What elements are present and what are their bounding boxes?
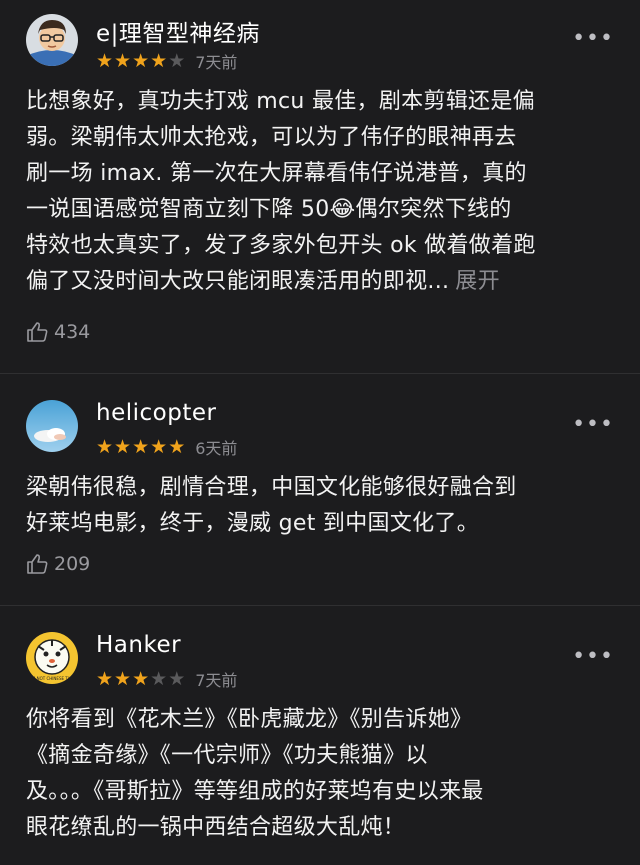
review-card: helicopter ★ ★ ★ ★ ★ 6天前 ••• 梁朝伟很稳，剧情合理，中国文化… [0, 373, 640, 605]
review-line: 好莱坞电影，终于，漫威 get 到中国文化了。 [26, 511, 480, 536]
avatar-caption: I AM NOT CHINESE TIGER [27, 676, 78, 681]
thumbs-up-icon [27, 554, 48, 574]
rating-row: ★ ★ ★ ★ ★ 7天前 [96, 49, 237, 73]
review-line: 眼花缭乱的一锅中西结合超级大乱炖！ [26, 815, 406, 840]
review-line: 弱。梁朝伟太帅太抢戏，可以为了伟仔的眼神再去 [26, 125, 517, 150]
star-empty-icon: ★ [168, 49, 186, 72]
like-button[interactable]: 434 [26, 320, 90, 344]
review-line: 特效也太真实了，发了多家外包开头 ok 做着做着跑 [26, 233, 536, 258]
star-filled-icon: ★ [96, 667, 114, 690]
star-filled-icon: ★ [114, 435, 132, 458]
user-avatar[interactable]: I AM NOT CHINESE TIGER [26, 632, 78, 684]
more-dots-icon[interactable]: ••• [572, 644, 614, 669]
review-text[interactable]: 比想象好，真功夫打戏 mcu 最佳，剧本剪辑还是偏 弱。梁朝伟太帅太抢戏，可以为… [26, 84, 618, 300]
star-filled-icon: ★ [150, 435, 168, 458]
star-filled-icon: ★ [150, 49, 168, 72]
star-filled-icon: ★ [132, 435, 150, 458]
star-rating: ★ ★ ★ ★ ★ [96, 435, 186, 458]
user-avatar[interactable] [26, 14, 78, 66]
review-line: 《摘金奇缘》《一代宗师》《功夫熊猫》以 [26, 743, 428, 768]
star-filled-icon: ★ [96, 435, 114, 458]
like-count: 209 [54, 553, 91, 575]
star-rating: ★ ★ ★ ★ ★ [96, 49, 186, 72]
thumbs-up-icon [27, 322, 48, 342]
review-time: 7天前 [195, 53, 238, 72]
review-line: 及。。。《哥斯拉》等等组成的好莱坞有史以来最 [26, 779, 484, 804]
review-line: 刷一场 imax. 第一次在大屏幕看伟仔说港普，真的 [26, 161, 527, 186]
rating-row: ★ ★ ★ ★ ★ 6天前 [96, 435, 237, 459]
more-dots-icon[interactable]: ••• [572, 412, 614, 437]
star-filled-icon: ★ [96, 49, 114, 72]
username[interactable]: helicopter [96, 400, 216, 426]
more-dots-icon[interactable]: ••• [572, 26, 614, 51]
expand-link[interactable]: 展开 [455, 269, 500, 294]
review-header: helicopter ★ ★ ★ ★ ★ 6天前 ••• [26, 398, 614, 462]
star-filled-icon: ★ [132, 667, 150, 690]
user-avatar[interactable] [26, 400, 78, 452]
review-line: 你将看到《花木兰》《卧虎藏龙》《别告诉她》 [26, 707, 473, 732]
review-line: 比想象好，真功夫打戏 mcu 最佳，剧本剪辑还是偏 [26, 89, 535, 114]
username[interactable]: e|理智型神经病 [96, 14, 260, 48]
like-button[interactable]: 209 [26, 552, 90, 576]
username[interactable]: Hanker [96, 632, 181, 658]
review-time: 6天前 [195, 439, 238, 458]
star-empty-icon: ★ [150, 667, 168, 690]
review-header: e|理智型神经病 ★ ★ ★ ★ ★ 7天前 ••• [26, 12, 614, 76]
review-line: 偏了又没时间大改只能闭眼凑活用的即视... 展开 [26, 264, 618, 300]
review-card: I AM NOT CHINESE TIGER Hanker ★ ★ ★ ★ ★ 7天前 … [0, 605, 640, 865]
review-line: 梁朝伟很稳，剧情合理，中国文化能够很好融合到 [26, 475, 517, 500]
review-time: 7天前 [195, 671, 238, 690]
star-empty-icon: ★ [168, 667, 186, 690]
review-header: I AM NOT CHINESE TIGER Hanker ★ ★ ★ ★ ★ 7天前 … [26, 630, 614, 694]
review-text[interactable]: 梁朝伟很稳，剧情合理，中国文化能够很好融合到 好莱坞电影，终于，漫威 get 到… [26, 470, 618, 542]
star-filled-icon: ★ [132, 49, 150, 72]
star-filled-icon: ★ [168, 435, 186, 458]
review-line-text: 偏了又没时间大改只能闭眼凑活用的即视... [26, 269, 450, 294]
star-rating: ★ ★ ★ ★ ★ [96, 667, 186, 690]
rating-row: ★ ★ ★ ★ ★ 7天前 [96, 667, 237, 691]
star-filled-icon: ★ [114, 49, 132, 72]
like-count: 434 [54, 321, 91, 343]
review-line: 一说国语感觉智商立刻下降 50😂偶尔突然下线的 [26, 197, 512, 222]
star-filled-icon: ★ [114, 667, 132, 690]
review-text[interactable]: 你将看到《花木兰》《卧虎藏龙》《别告诉她》 《摘金奇缘》《一代宗师》《功夫熊猫》… [26, 702, 618, 846]
review-card: e|理智型神经病 ★ ★ ★ ★ ★ 7天前 ••• 比想象好，真功夫打戏 mcu 最佳… [0, 0, 640, 373]
